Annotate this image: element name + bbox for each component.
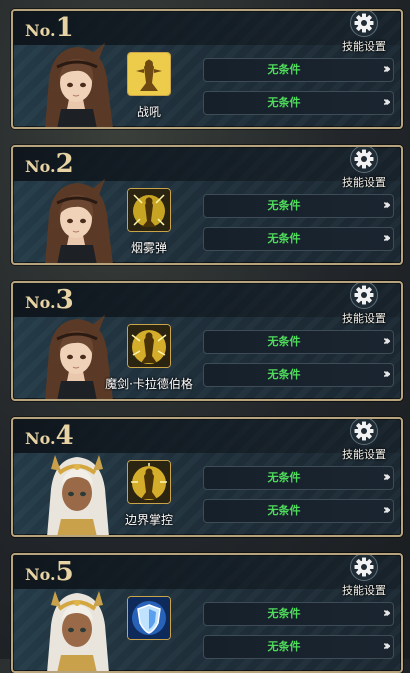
skill-settings-label: 技能设置 [342,176,386,189]
condition-button-2[interactable]: 无条件 ››› [203,635,394,659]
gear-icon [350,11,378,37]
condition-button-2[interactable]: 无条件 ››› [203,227,394,251]
slot-number-prefix: No. [25,565,56,584]
slot-number-prefix: No. [25,293,56,312]
skill-settings-label: 技能设置 [342,448,386,461]
skill-name: 战吼 [136,105,161,119]
condition-label: 无条件 [267,199,301,212]
condition-label: 无条件 [267,471,301,484]
slot-number-prefix: No. [25,21,56,40]
boundary-control-icon[interactable] [127,460,171,504]
condition-button-1[interactable]: 无条件 ››› [203,58,394,82]
chevron-right-icon: ››› [382,334,391,349]
gear-icon [350,419,378,445]
skill-settings-label: 技能设置 [342,584,386,597]
chevron-right-icon: ››› [382,231,391,246]
condition-label: 无条件 [267,63,301,76]
skill-settings-button[interactable]: 技能设置 [335,11,393,55]
chevron-right-icon: ››› [382,606,391,621]
slot-number-prefix: No. [25,157,56,176]
condition-label: 无条件 [267,640,301,653]
condition-button-2[interactable]: 无条件 ››› [203,91,394,115]
chevron-right-icon: ››› [382,503,391,518]
smoke-bomb-icon[interactable] [127,188,171,232]
condition-button-2[interactable]: 无条件 ››› [203,363,394,387]
gear-icon [350,147,378,173]
condition-label: 无条件 [267,96,301,109]
condition-button-2[interactable]: 无条件 ››› [203,499,394,523]
chevron-right-icon: ››› [382,367,391,382]
skill-slot-card-2: No.2 烟雾弹 无条件 ››› 无条件 ››› 技能设置 [11,145,403,265]
slot-number-prefix: No. [25,429,56,448]
skill-settings-label: 技能设置 [342,312,386,325]
skill-slot-card-4: No.4 边界掌控 无条件 ››› 无条件 ››› 技能设置 [11,417,403,537]
skill-settings-button[interactable]: 技能设置 [335,283,393,327]
demon-sword-icon[interactable] [127,324,171,368]
condition-button-1[interactable]: 无条件 ››› [203,466,394,490]
condition-button-1[interactable]: 无条件 ››› [203,330,394,354]
character-portrait[interactable] [27,583,123,671]
condition-button-1[interactable]: 无条件 ››› [203,602,394,626]
condition-label: 无条件 [267,368,301,381]
skill-settings-button[interactable]: 技能设置 [335,419,393,463]
skill-slot-card-5: No.5 无条件 ››› 无条件 ››› 技能设置 [11,553,403,673]
chevron-right-icon: ››› [382,639,391,654]
chevron-right-icon: ››› [382,198,391,213]
chevron-right-icon: ››› [382,95,391,110]
skill-name: 边界掌控 [124,513,173,527]
condition-label: 无条件 [267,607,301,620]
skill-name: 魔剑·卡拉德伯格 [105,377,193,391]
condition-label: 无条件 [267,232,301,245]
blue-shield-icon[interactable] [127,596,171,640]
skill-name: 烟雾弹 [130,241,167,255]
skill-settings-label: 技能设置 [342,40,386,53]
chevron-right-icon: ››› [382,470,391,485]
chevron-right-icon: ››› [382,62,391,77]
skill-slot-card-1: No.1 战吼 无条件 ››› 无条件 ››› 技能设置 [11,9,403,129]
warcry-icon[interactable] [127,52,171,96]
gear-icon [350,555,378,581]
gear-icon [350,283,378,309]
skill-slot-card-3: No.3 魔剑·卡拉德伯格 无条件 ››› 无条件 ››› 技能设置 [11,281,403,401]
condition-button-1[interactable]: 无条件 ››› [203,194,394,218]
condition-label: 无条件 [267,335,301,348]
skill-settings-button[interactable]: 技能设置 [335,555,393,599]
skill-settings-button[interactable]: 技能设置 [335,147,393,191]
condition-label: 无条件 [267,504,301,517]
